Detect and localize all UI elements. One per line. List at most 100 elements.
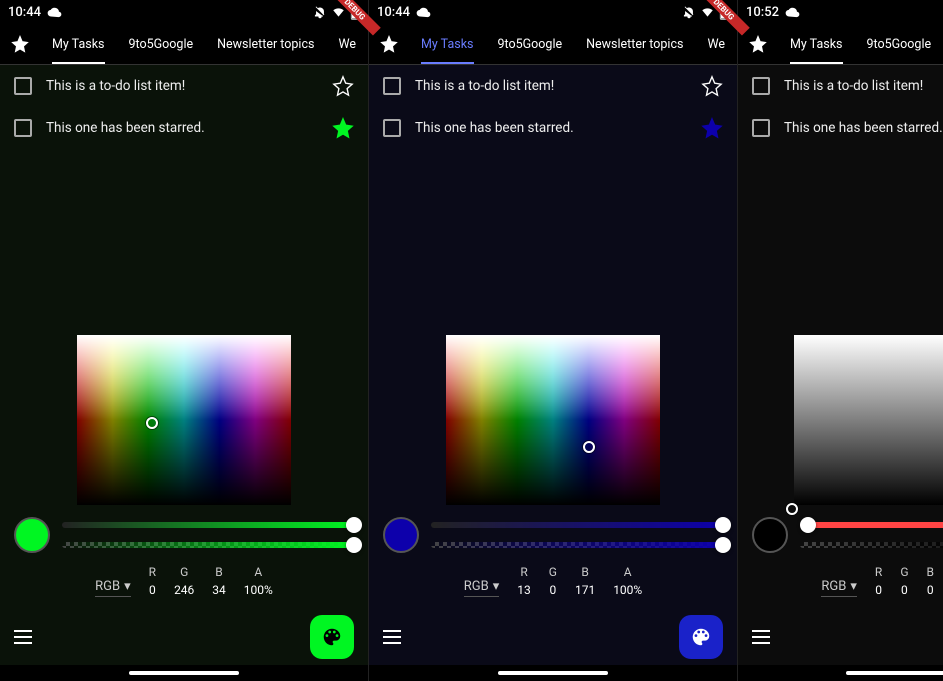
menu-button[interactable] [752,623,780,651]
channel-label: A [254,565,262,579]
picker-thumb[interactable] [583,441,595,453]
star-button[interactable] [332,117,354,139]
menu-button[interactable] [14,623,42,651]
checkbox[interactable] [14,77,32,95]
star-button[interactable] [332,75,354,97]
alpha-slider[interactable] [800,542,943,548]
channel-b: B 171 [575,565,595,597]
gesture-nav-bar[interactable] [369,665,737,681]
content-area: This is a to-do list item! This one has … [0,65,368,609]
color-swatch [383,517,419,553]
channel-label: B [581,565,588,579]
lightness-slider[interactable] [800,522,943,528]
todo-text: This one has been starred. [415,120,687,136]
tab-newsletter topics[interactable]: Newsletter topics [205,24,326,64]
clock: 10:44 [377,5,410,20]
palette-fab[interactable] [679,615,723,659]
color-swatch [752,517,788,553]
channel-value: 100% [244,583,273,597]
checkbox[interactable] [383,119,401,137]
todo-row[interactable]: This one has been starred. [0,107,368,149]
tab-my tasks[interactable]: My Tasks [409,24,486,64]
checkbox[interactable] [383,77,401,95]
palette-fab[interactable] [310,615,354,659]
channel-value: 100% [613,583,642,597]
clock: 10:44 [8,5,41,20]
saturation-value-box[interactable] [77,335,291,505]
saturation-value-box[interactable] [794,335,943,505]
phone-screen-1: 10:44 DEBUG My Tasks9to5GoogleNewsletter… [369,0,738,681]
tab-we[interactable]: We [326,24,368,64]
star-button[interactable] [701,75,723,97]
bottom-bar [0,609,368,665]
format-select[interactable]: RGB ▾ [464,579,500,597]
slider-thumb[interactable] [346,517,362,533]
todo-row[interactable]: This is a to-do list item! [369,65,737,107]
bottom-bar [369,609,737,665]
starred-tab[interactable] [738,35,778,53]
picker-thumb[interactable] [786,503,798,515]
cloud-icon [416,5,431,19]
phone-screen-2: 10:52 My Tasks9to5GoogleNewsletter topic… [738,0,943,681]
status-bar: 10:44 [0,0,368,24]
todo-text: This is a to-do list item! [46,78,318,94]
alpha-slider[interactable] [62,542,354,548]
gesture-nav-bar[interactable] [0,665,368,681]
tab-9to5google[interactable]: 9to5Google [855,24,943,64]
channel-r: R13 [517,565,531,597]
format-label: RGB [821,579,846,594]
chevron-down-icon: ▾ [124,579,131,594]
status-bar: 10:52 [738,0,943,24]
picker-thumb[interactable] [146,417,158,429]
channel-label: G [549,565,557,579]
todo-text: This one has been starred. [784,120,943,136]
slider-thumb[interactable] [715,517,731,533]
channel-g: G0 [549,565,557,597]
channel-b: B34 [212,565,226,597]
slider-thumb[interactable] [715,537,731,553]
chevron-down-icon: ▾ [493,579,500,594]
channel-label: G [180,565,188,579]
tab-my tasks[interactable]: My Tasks [778,24,855,64]
todo-row[interactable]: This one has been starred. [369,107,737,149]
todo-row[interactable]: This one has been starred. [738,107,943,149]
checkbox[interactable] [752,119,770,137]
tab-newsletter topics[interactable]: Newsletter topics [574,24,695,64]
bottom-bar [738,609,943,665]
checkbox[interactable] [14,119,32,137]
starred-tab[interactable] [369,35,409,53]
slider-thumb[interactable] [346,537,362,553]
checkbox[interactable] [752,77,770,95]
tab-bar: My Tasks9to5GoogleNewsletter topicsWe [0,24,368,64]
todo-row[interactable]: This is a to-do list item! [0,65,368,107]
channel-value: 0 [927,583,934,597]
channel-value: 34 [212,583,226,597]
tab-my tasks[interactable]: My Tasks [40,24,117,64]
channel-label: R [520,565,527,579]
channel-value: 171 [575,583,595,597]
color-picker: RGB▾ R0G0B0A100% [738,323,943,609]
starred-tab[interactable] [0,35,40,53]
channel-label: G [900,565,908,579]
tab-9to5google[interactable]: 9to5Google [486,24,575,64]
slider-thumb[interactable] [800,517,816,533]
channel-r: R0 [875,565,882,597]
tab-we[interactable]: We [695,24,737,64]
saturation-value-box[interactable] [446,335,660,505]
menu-button[interactable] [383,623,411,651]
channel-label: B [927,565,934,579]
channel-value: 0 [549,583,556,597]
channel-b: B0 [927,565,934,597]
lightness-slider[interactable] [62,522,354,528]
lightness-slider[interactable] [431,522,723,528]
content-area: This is a to-do list item! This one has … [369,65,737,609]
format-select[interactable]: RGB▾ [95,579,131,597]
channel-value: 246 [174,583,194,597]
todo-row[interactable]: This is a to-do list item! [738,65,943,107]
tab-9to5google[interactable]: 9to5Google [117,24,206,64]
star-button[interactable] [701,117,723,139]
format-select[interactable]: RGB▾ [821,579,857,597]
format-label: RGB [464,579,489,594]
alpha-slider[interactable] [431,542,723,548]
gesture-nav-bar[interactable] [738,665,943,681]
